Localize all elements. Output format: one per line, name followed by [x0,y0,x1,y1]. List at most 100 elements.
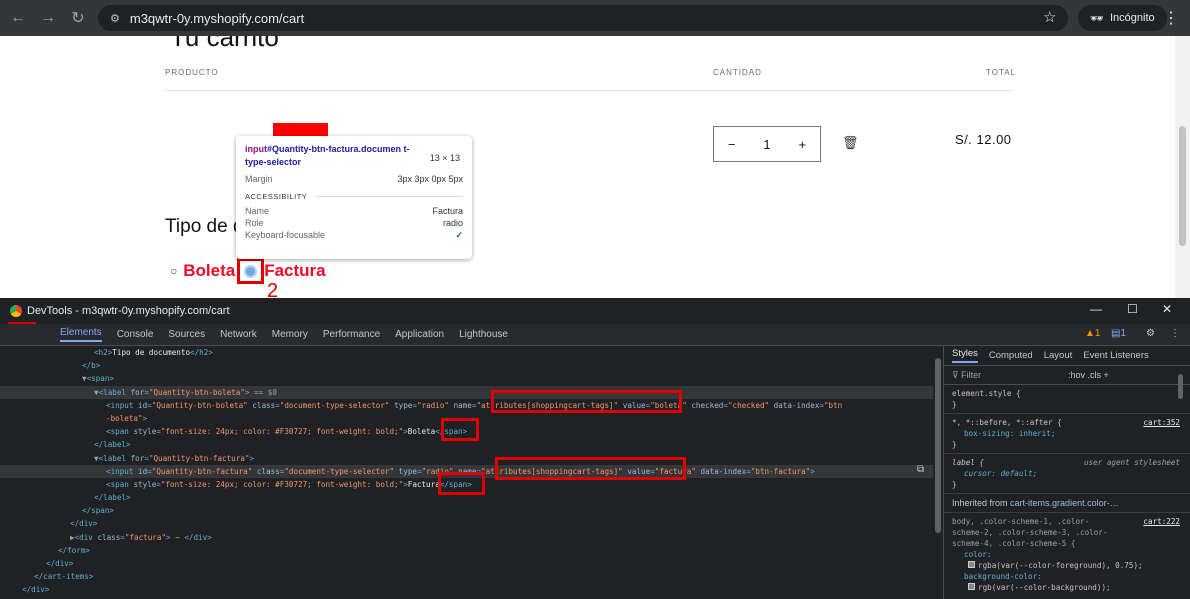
dom-node-line[interactable]: ▼<label for="Quantity-btn-factura"> [0,452,933,465]
dom-node-line[interactable]: <input id="Quantity-btn-boleta" class="d… [0,399,933,412]
devtools-tab-console[interactable]: Console [117,329,154,340]
dom-node-line[interactable]: </span> [0,504,933,517]
warnings-badge[interactable]: ▲1 [1085,328,1100,339]
dom-node-line[interactable]: ▼<label for="Quantity-btn-boleta"> == $0 [0,385,933,399]
dom-node-line[interactable]: </cart-items> [0,570,933,583]
inherited-element[interactable]: cart-items.gradient.color-… [1010,498,1119,508]
filter-input[interactable]: Filter [961,370,981,380]
role-value: radio [442,218,463,228]
dom-node-line[interactable]: ▼<span> [0,372,933,385]
devtools-tab-elements[interactable]: Elements [60,327,102,342]
tooltip-size: 13 × 13 [429,153,460,163]
maximize-icon[interactable]: ☐ [1127,302,1138,316]
devtools-tab-memory[interactable]: Memory [272,329,308,340]
page-scroll-thumb[interactable] [1179,126,1186,246]
highlight-box-factura-text [438,472,485,495]
col-product-header: PRODUCTO [165,68,219,77]
rule-close: } [952,440,957,449]
boleta-label[interactable]: Boleta [183,261,235,281]
margin-value: 3px 3px 0px 5px [397,174,463,184]
devtools-tab-network[interactable]: Network [220,329,257,340]
tooltip-name-row: Name Factura [245,206,463,216]
cart-heading-partial: Tu carrito [170,36,279,52]
styles-tab-event-listeners[interactable]: Event Listeners [1083,350,1148,361]
highlight-box-factura-radio [237,258,264,284]
devtools-tab-lighthouse[interactable]: Lighthouse [459,329,508,340]
styles-tab-computed[interactable]: Computed [989,350,1033,361]
devtools-titlebar: DevTools - m3qwtr-0y.myshopify.com/cart … [0,298,1190,324]
factura-label[interactable]: Factura [264,261,325,281]
page-scrollbar[interactable] [1175,36,1190,298]
styles-tab-layout[interactable]: Layout [1044,350,1073,361]
inherited-label: Inherited from [952,498,1008,508]
styles-scroll-thumb[interactable] [1178,374,1183,399]
forward-icon[interactable]: → [36,6,60,30]
bg-swatch-icon[interactable] [968,583,975,590]
margin-label: Margin [245,174,273,184]
copy-icon[interactable]: ⧉ [917,464,924,475]
rule-property-bg-value[interactable]: rgb(var(--color-background)); [952,582,1182,593]
dom-node-line[interactable]: </form> [0,544,933,557]
accessibility-label: ACCESSIBILITY [245,192,308,201]
color-swatch-icon[interactable] [968,561,975,568]
rule-label-ua[interactable]: user agent stylesheet label { cursor: de… [944,454,1190,494]
devtools-tabs: Elements Console Sources Network Memory Perfo… [0,324,1190,346]
dom-node-line[interactable]: <h2>Tipo de documento</h2> [0,346,933,359]
reload-icon[interactable]: ↻ [66,6,90,30]
filter-icon: ⊽ [952,369,962,380]
rule-selector: body, .color-scheme-1, .color-scheme-2, … [952,517,1108,548]
devtools-tab-performance[interactable]: Performance [323,329,380,340]
elements-scrollbar[interactable] [933,346,943,599]
rule-color-scheme[interactable]: cart:222 body, .color-scheme-1, .color-s… [944,513,1190,596]
rule-close: } [952,400,957,409]
minimize-icon[interactable]: — [1090,302,1102,316]
messages-count: 1 [1120,328,1127,339]
styles-pane: Styles Computed Layout Event Listeners ⊽ Fi… [943,346,1190,599]
styles-scrollbar[interactable] [1175,366,1185,536]
trash-icon[interactable]: 🗑 [842,135,859,151]
qty-decrease-button[interactable]: − [728,137,736,152]
elements-scroll-thumb[interactable] [935,358,941,533]
settings-gear-icon[interactable]: ⚙ [1146,328,1155,339]
back-icon[interactable]: ← [6,6,30,30]
styles-filter[interactable]: ⊽ Filter :hov .cls + [944,366,1190,385]
boleta-radio[interactable]: ○ [170,264,177,278]
dom-node-line[interactable]: </div> [0,557,933,570]
close-icon[interactable]: ✕ [1162,302,1172,316]
qty-increase-button[interactable]: + [798,137,806,152]
devtools-menu-icon[interactable]: ⋮ [1170,328,1180,339]
address-bar[interactable]: ⚙ m3qwtr-0y.myshopify.com/cart [98,5,1068,31]
rule-property-color-name[interactable]: color: [952,549,1182,560]
chrome-logo-icon [10,305,22,317]
incognito-icon: 🕶 [1090,12,1104,25]
qty-value[interactable]: 1 [763,137,770,152]
dom-node-line[interactable]: ▶<div class="factura"> ⋯ </div> [0,531,933,544]
dom-node-line[interactable]: </div> [0,517,933,530]
rule-property-bg-name[interactable]: background-color: [952,571,1182,582]
browser-menu-icon[interactable]: ⋮ [1163,8,1179,28]
color-value: rgba(var(--color-foreground), 0.75); [978,561,1143,570]
dom-node-line[interactable]: </div> [0,583,933,596]
site-info-icon[interactable]: ⚙ [110,12,120,25]
name-label: Name [245,206,270,216]
tooltip-kbd-row: Keyboard-focusable ✓ [245,230,463,241]
incognito-badge[interactable]: 🕶 Incógnito [1078,5,1167,31]
devtools-tab-application[interactable]: Application [395,329,444,340]
bookmark-star-icon[interactable]: ☆ [1043,8,1056,26]
tooltip-tag: input [245,144,267,154]
rule-property-color-value[interactable]: rgba(var(--color-foreground), 0.75); [952,560,1182,571]
role-label: Role [245,218,264,228]
col-total-header: TOTAL [986,68,1017,77]
highlight-box-name-attr-factura [495,457,686,480]
filter-tools[interactable]: :hov .cls + [1068,370,1109,380]
messages-badge[interactable]: ▤1 [1111,328,1126,339]
dom-node-line[interactable]: </b> [0,359,933,372]
devtools-tab-sources[interactable]: Sources [168,329,205,340]
warnings-count: 1 [1094,328,1101,339]
styles-tab-styles[interactable]: Styles [952,348,978,363]
tooltip-selector-rest: #Quantity-btn-factura.documen t-type-sel… [245,144,410,167]
rule-element-style[interactable]: element.style { } [944,385,1190,414]
rule-box-sizing[interactable]: cart:352 *, *::before, *::after { box-si… [944,414,1190,454]
browser-toolbar: ← → ↻ ⚙ m3qwtr-0y.myshopify.com/cart ☆ 🕶… [0,0,1190,36]
rule-property[interactable]: box-sizing: inherit; [952,428,1182,439]
